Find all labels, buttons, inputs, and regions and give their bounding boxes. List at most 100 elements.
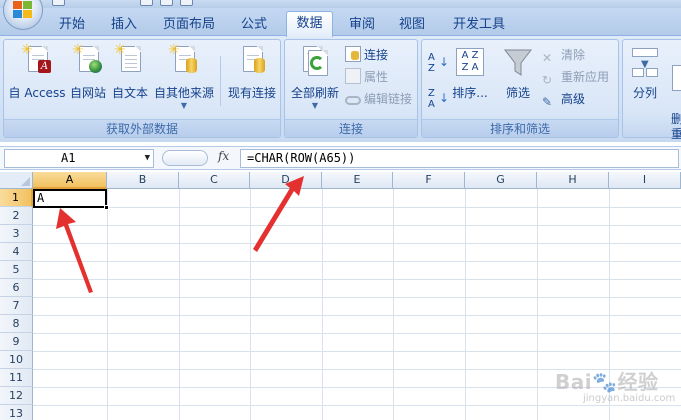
from-other-sources-button[interactable]: ✳ 自其他来源 ▼ (152, 42, 216, 110)
row-header-5[interactable]: 5 (0, 261, 33, 279)
row-header-9[interactable]: 9 (0, 333, 33, 351)
remove-duplicates-button[interactable]: 删 重 (667, 42, 681, 157)
gridline (33, 333, 681, 334)
watermark-paw-icon: 🐾 (592, 370, 618, 394)
connections-label: 连接 (364, 48, 389, 62)
watermark-suffix: 经验 (617, 370, 659, 394)
row-header-4[interactable]: 4 (0, 243, 33, 261)
column-header-e[interactable]: E (322, 172, 393, 189)
name-box[interactable]: A1 ▼ (4, 149, 154, 168)
from-web-button[interactable]: ✳ 自网站 (68, 42, 108, 101)
web-globe-icon: ✳ (72, 43, 104, 80)
sort-a-to-z-icon: AZ (428, 52, 435, 74)
print-preview-icon[interactable] (140, 0, 153, 6)
gridline (33, 243, 681, 244)
tab-insert[interactable]: 插入 (104, 15, 144, 36)
remove-duplicates-icon (670, 61, 681, 95)
row-header-3[interactable]: 3 (0, 225, 33, 243)
from-access-label: 自 Access (8, 86, 66, 100)
clear-filter-button[interactable]: ✕ 清除 (542, 45, 585, 65)
tab-data[interactable]: 数据 (286, 11, 333, 37)
chain-link-icon (345, 96, 361, 105)
name-box-dropdown-icon[interactable]: ▼ (145, 150, 150, 167)
column-header-d[interactable]: D (250, 172, 322, 189)
gridline (33, 261, 681, 262)
existing-connections-button[interactable]: 现有连接 (224, 42, 280, 101)
tab-home[interactable]: 开始 (52, 15, 92, 36)
refresh-icon (299, 46, 331, 80)
row-header-1[interactable]: 1 (0, 189, 33, 207)
clear-filter-icon: ✕ (542, 51, 553, 65)
gridline (537, 189, 538, 420)
column-header-h[interactable]: H (537, 172, 609, 189)
column-header-c[interactable]: C (179, 172, 250, 189)
text-to-columns-button[interactable]: ▼ 分列 (625, 42, 665, 101)
reapply-button[interactable]: ↻ 重新应用 (542, 67, 609, 87)
name-box-value: A1 (61, 151, 76, 165)
filter-button[interactable]: 筛选 (496, 42, 540, 101)
gridline (179, 189, 180, 420)
tab-formulas[interactable]: 公式 (232, 15, 276, 36)
properties-label: 属性 (364, 70, 389, 84)
row-header-2[interactable]: 2 (0, 207, 33, 225)
column-header-a[interactable]: A (33, 172, 107, 189)
ribbon-tab-bar: 开始 插入 页面布局 公式 数据 审阅 视图 开发工具 (0, 8, 681, 37)
row-header-13[interactable]: 13 (0, 405, 33, 420)
row-header-6[interactable]: 6 (0, 279, 33, 297)
advanced-filter-button[interactable]: ✎ 高级 (542, 89, 585, 109)
row-header-12[interactable]: 12 (0, 387, 33, 405)
group-label-sort-filter: 排序和筛选 (422, 119, 618, 137)
access-database-icon: ✳ A (21, 43, 53, 80)
column-header-i[interactable]: I (609, 172, 681, 189)
formula-input[interactable]: =CHAR(ROW(A65)) (240, 149, 679, 168)
reapply-label: 重新应用 (561, 70, 610, 84)
existing-connections-icon (236, 46, 268, 80)
dropdown-arrow-icon: ▼ (180, 101, 188, 110)
from-text-button[interactable]: ✳ 自文本 (110, 42, 150, 101)
edit-links-label: 编辑链接 (364, 92, 413, 106)
column-header-b[interactable]: B (107, 172, 179, 189)
sort-descending-button[interactable]: Z A ↓ (428, 88, 449, 110)
tab-developer[interactable]: 开发工具 (444, 15, 514, 36)
watermark-brand: Bai (555, 370, 593, 394)
tab-page-layout[interactable]: 页面布局 (155, 15, 223, 36)
from-access-button[interactable]: ✳ A 自 Access (7, 42, 67, 101)
funnel-filter-icon (502, 46, 534, 80)
gridline (33, 225, 681, 226)
ribbon: ✳ A 自 Access ✳ 自网站 ✳ 自文本 ✳ 自其他来源 ▼ 现有连接 … (0, 36, 681, 142)
column-header-g[interactable]: G (465, 172, 537, 189)
redo-icon[interactable] (180, 0, 193, 6)
row-header-10[interactable]: 10 (0, 351, 33, 369)
column-header-f[interactable]: F (393, 172, 465, 189)
insert-function-icon[interactable]: fx (218, 149, 229, 163)
fill-handle[interactable] (104, 205, 109, 210)
office-logo-icon (13, 1, 32, 18)
gridline (33, 351, 681, 352)
row-header-8[interactable]: 8 (0, 315, 33, 333)
row-header-11[interactable]: 11 (0, 369, 33, 387)
connections-button[interactable]: 连接 (345, 45, 388, 65)
sort-ascending-button[interactable]: A Z ↓ (428, 52, 449, 74)
existing-connections-label: 现有连接 (227, 86, 276, 100)
gridline (465, 189, 466, 420)
edit-links-button[interactable]: 编辑链接 (345, 89, 412, 109)
row-header-7[interactable]: 7 (0, 297, 33, 315)
tab-review[interactable]: 审阅 (342, 15, 382, 36)
formula-bar-resize-handle[interactable] (162, 150, 208, 166)
active-cell-a1[interactable]: A (33, 189, 109, 210)
select-all-button[interactable] (0, 172, 33, 189)
advanced-filter-label: 高级 (561, 92, 586, 106)
sort-button[interactable]: A ZZ A 排序... (448, 42, 492, 101)
group-separator (220, 56, 221, 106)
baidu-jingyan-watermark: Bai🐾经验 jingyan.baidu.com (555, 366, 675, 404)
text-to-columns-icon: ▼ (629, 46, 661, 80)
sort-dialog-icon: A ZZ A (454, 46, 486, 80)
tab-view[interactable]: 视图 (392, 15, 432, 36)
undo-icon[interactable] (160, 0, 173, 6)
save-icon[interactable] (52, 0, 65, 6)
formula-bar: A1 ▼ fx =CHAR(ROW(A65)) (0, 146, 681, 170)
refresh-all-button[interactable]: 全部刷新 ▼ (287, 42, 343, 110)
gridline (393, 189, 394, 420)
properties-button[interactable]: 属性 (345, 67, 388, 87)
remove-duplicates-label: 删 重 (670, 112, 681, 141)
